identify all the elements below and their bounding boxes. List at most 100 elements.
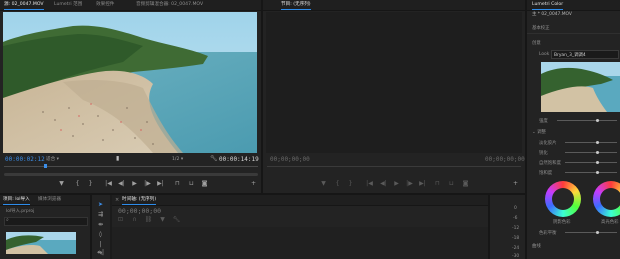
- add-marker-icon[interactable]: ▼: [57, 180, 66, 188]
- curves-header[interactable]: 曲线: [532, 243, 541, 249]
- adjustments-header-label: 调整: [537, 130, 546, 135]
- intensity-slider[interactable]: [557, 120, 617, 121]
- timeline-timecode[interactable]: 00;00;00;00: [118, 207, 161, 215]
- vibrance-label: 自然饱和度: [539, 161, 561, 166]
- go-to-in-icon[interactable]: |◀: [365, 180, 374, 188]
- look-preview-thumbnail[interactable]: [541, 62, 620, 112]
- step-back-icon[interactable]: ◀|: [379, 180, 388, 188]
- mark-out-icon[interactable]: }: [346, 180, 355, 188]
- tab-effect-controls[interactable]: 效果控件: [96, 0, 114, 10]
- go-to-out-icon[interactable]: ▶|: [156, 180, 165, 188]
- faded-film-slider[interactable]: [565, 142, 617, 143]
- tab-audio-clip-mixer[interactable]: 音频剪辑混合器: 02_0047.MOV: [136, 0, 203, 10]
- creative-header[interactable]: 创意: [532, 40, 541, 46]
- program-monitor-panel: 节目: (无序列) 00;00;00;00 00;00;00;00 ▼ { } …: [263, 0, 525, 193]
- step-forward-icon[interactable]: |▶: [143, 180, 152, 188]
- look-select[interactable]: Bryan_3_调调4: [551, 50, 619, 59]
- project-file-name: lol导入.prproj: [6, 209, 35, 214]
- fit-select[interactable]: 适合 ▾: [46, 156, 59, 162]
- marker-icon[interactable]: ▮: [116, 155, 119, 162]
- extract-icon[interactable]: ⊔: [447, 180, 456, 188]
- mark-out-icon[interactable]: }: [86, 180, 95, 188]
- go-to-out-icon[interactable]: ▶|: [418, 180, 427, 188]
- close-icon[interactable]: ×: [115, 197, 119, 203]
- export-frame-icon[interactable]: ◙: [200, 180, 209, 188]
- program-time-ruler[interactable]: [267, 166, 521, 167]
- wrench-icon[interactable]: 🔧︎: [210, 155, 218, 162]
- overwrite-icon[interactable]: ⊔: [187, 180, 196, 188]
- vibrance-slider[interactable]: [565, 162, 617, 163]
- shadow-tint-label: 阴影色彩: [553, 220, 571, 225]
- tint-balance-knob[interactable]: [596, 231, 599, 234]
- tab-lumetri-scopes[interactable]: Lumetri 范围: [54, 0, 82, 10]
- tab-timeline[interactable]: 时间轴: (无序列): [122, 195, 157, 205]
- tint-balance-slider[interactable]: [565, 232, 617, 233]
- export-frame-icon[interactable]: ◙: [461, 180, 470, 188]
- linked-selection-icon[interactable]: ⛓: [144, 216, 153, 224]
- step-forward-icon[interactable]: |▶: [405, 180, 414, 188]
- source-current-timecode[interactable]: 00:00:02:12: [5, 156, 45, 163]
- faded-film-label: 淡化胶片: [539, 141, 557, 146]
- saturation-slider[interactable]: [565, 172, 617, 173]
- program-timecode-right: 00;00;00;00: [485, 156, 525, 163]
- adjustments-header[interactable]: ⌄ 调整: [532, 129, 546, 135]
- timeline-marker-icon[interactable]: ▼: [158, 216, 167, 224]
- tab-lumetri-color[interactable]: Lumetri Color: [532, 0, 564, 10]
- page-ratio[interactable]: 1/2 ▾: [172, 157, 183, 162]
- highlight-tint-wheel[interactable]: [593, 181, 620, 217]
- vibrance-knob[interactable]: [596, 161, 599, 164]
- basic-correction-header[interactable]: 基本校正: [532, 25, 550, 31]
- play-icon[interactable]: ▶: [392, 180, 401, 188]
- section-divider: [527, 33, 620, 34]
- go-to-in-icon[interactable]: |◀: [104, 180, 113, 188]
- selection-tool-icon[interactable]: ➤: [96, 201, 105, 209]
- sharpen-knob[interactable]: [596, 151, 599, 154]
- timeline-tracks-area[interactable]: [112, 227, 488, 259]
- sharpen-slider[interactable]: [565, 152, 617, 153]
- nest-icon[interactable]: ⊡: [116, 216, 125, 224]
- look-select-value: Bryan_3_调调4: [554, 53, 586, 58]
- program-monitor-tabbar: 节目: (无序列): [263, 0, 525, 11]
- razor-tool-icon[interactable]: ◊: [96, 231, 105, 239]
- meter-label-24: -24: [512, 246, 520, 251]
- add-marker-icon[interactable]: ▼: [319, 180, 328, 188]
- source-video-frame: [3, 12, 257, 153]
- play-icon[interactable]: ▶: [130, 180, 139, 188]
- page-ratio-value: 1/2: [172, 157, 180, 162]
- faded-film-knob[interactable]: [596, 141, 599, 144]
- source-playhead[interactable]: [44, 164, 47, 168]
- tools-panel: ➤ ⇶ ⇹ ◊ |↔| ✎: [92, 195, 110, 259]
- timeline-settings-icon[interactable]: 🔧︎: [172, 216, 181, 224]
- mark-in-icon[interactable]: {: [73, 180, 82, 188]
- lumetri-clip-name[interactable]: 主 * 02_0047.MOV: [532, 11, 572, 17]
- tab-media-browser[interactable]: 媒体浏览器: [38, 195, 61, 205]
- saturation-knob[interactable]: [596, 171, 599, 174]
- ripple-edit-tool-icon[interactable]: ⇹: [96, 221, 105, 229]
- shadow-tint-wheel[interactable]: [545, 181, 581, 217]
- sharpen-label: 锐化: [539, 151, 548, 156]
- tab-source[interactable]: 源: 02_0047.MOV: [4, 0, 44, 10]
- meter-label-18: -18: [512, 236, 520, 241]
- tab-project[interactable]: 项目: lol导入: [3, 195, 30, 205]
- source-monitor-panel: 源: 02_0047.MOV Lumetri 范围 效果控件 音频剪辑混合器: …: [0, 0, 261, 193]
- track-select-tool-icon[interactable]: ⇶: [96, 211, 105, 219]
- project-search-input[interactable]: ⌕: [4, 217, 88, 226]
- source-scrollbar[interactable]: [4, 173, 258, 176]
- step-back-icon[interactable]: ◀|: [117, 180, 126, 188]
- program-timecode-left[interactable]: 00;00;00;00: [270, 156, 310, 163]
- tab-program[interactable]: 节目: (无序列): [281, 0, 311, 10]
- insert-icon[interactable]: ⊓: [173, 180, 182, 188]
- timeline-panel: × 时间轴: (无序列) 00;00;00;00 ⊡ ∩ ⛓ ▼ 🔧︎: [112, 195, 488, 259]
- lift-icon[interactable]: ⊓: [433, 180, 442, 188]
- clip-thumbnail[interactable]: [6, 232, 76, 254]
- mark-in-icon[interactable]: {: [333, 180, 342, 188]
- intensity-slider-knob[interactable]: [596, 119, 599, 122]
- lumetri-color-panel: Lumetri Color 主 * 02_0047.MOV 基本校正 创意 Lo…: [527, 0, 620, 259]
- snap-icon[interactable]: ∩: [130, 216, 139, 224]
- meter-label-30: -30: [512, 254, 520, 259]
- button-editor-add-icon[interactable]: +: [511, 180, 520, 188]
- button-editor-add-icon[interactable]: +: [249, 180, 258, 188]
- source-time-ruler[interactable]: [4, 166, 258, 167]
- meter-label-6: -6: [513, 216, 518, 221]
- pen-tool-icon[interactable]: ✎: [96, 250, 105, 258]
